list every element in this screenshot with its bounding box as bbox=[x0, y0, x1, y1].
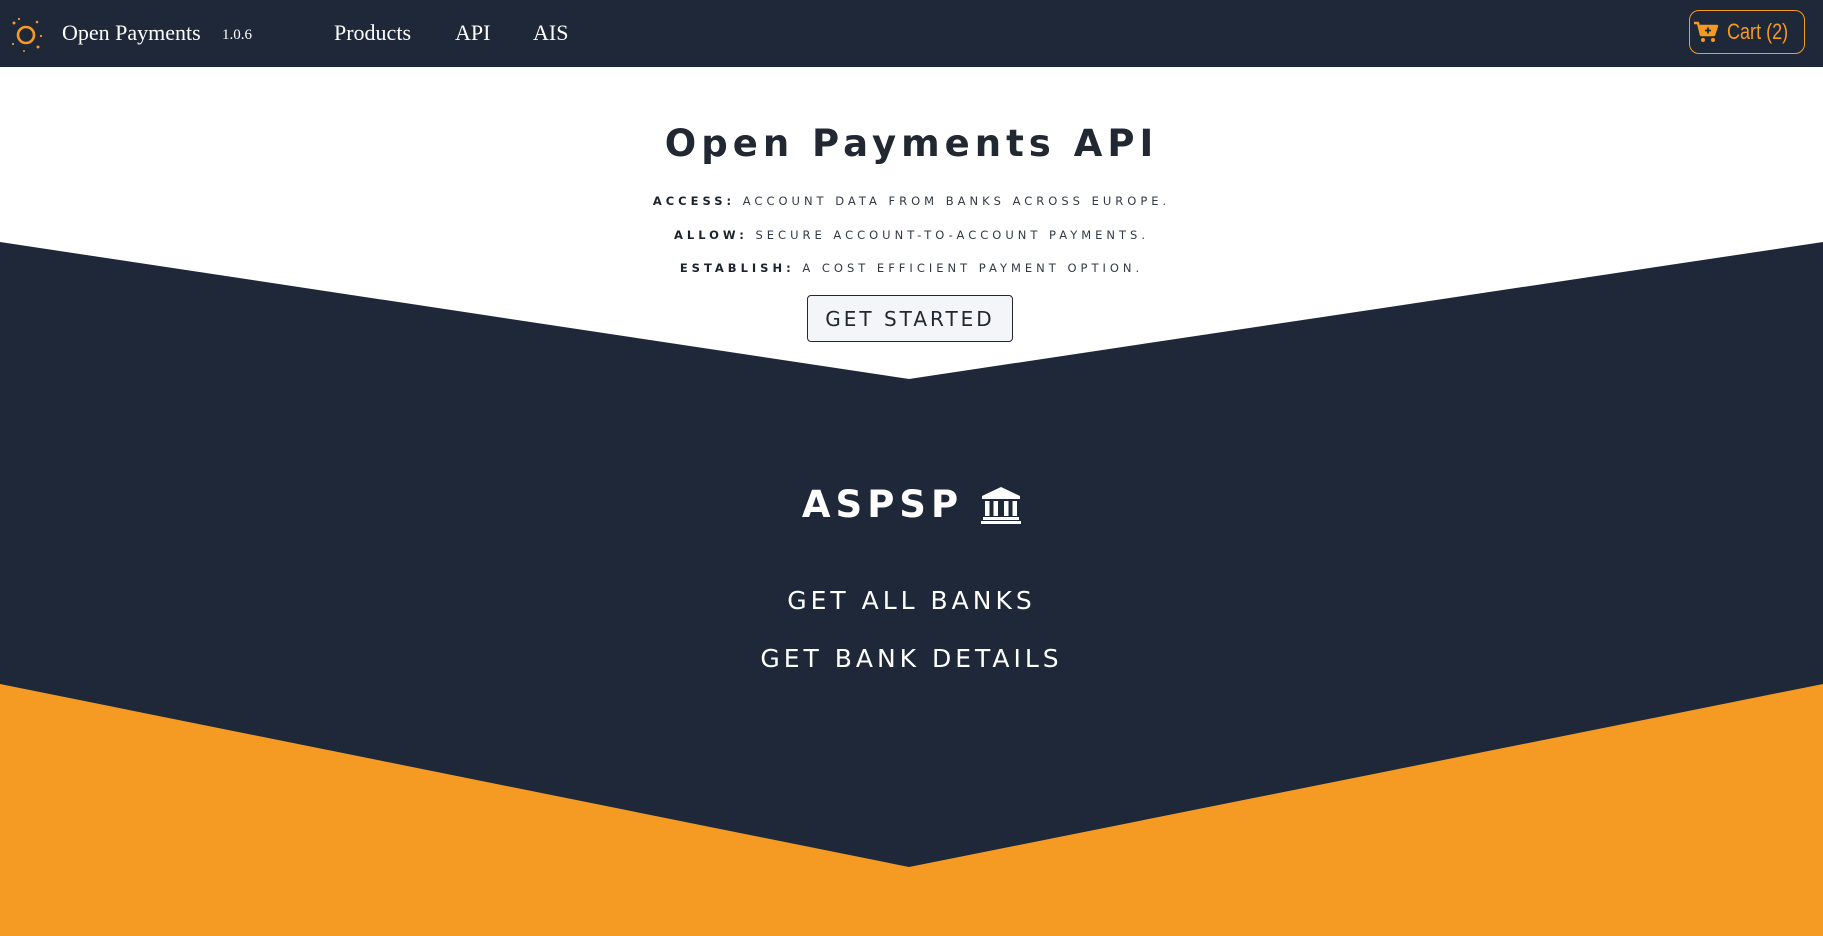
aspsp-heading-text: ASPSP bbox=[801, 483, 964, 526]
brand-name[interactable]: Open Payments bbox=[62, 20, 201, 46]
hero-line-text: ACCOUNT DATA FROM BANKS ACROSS EUROPE. bbox=[742, 194, 1171, 208]
hero-line-label: ESTABLISH: bbox=[679, 261, 795, 275]
page: Open Payments 1.0.6 Products API AIS Car… bbox=[0, 0, 1823, 936]
hero-line-establish: ESTABLISH: A COST EFFICIENT PAYMENT OPTI… bbox=[0, 261, 1823, 275]
get-bank-details-link[interactable]: GET BANK DETAILS bbox=[0, 644, 1823, 673]
cart-button[interactable]: Cart (2) bbox=[1689, 10, 1805, 54]
get-started-button[interactable]: GET STARTED bbox=[807, 295, 1013, 342]
shopping-cart-icon bbox=[1693, 21, 1719, 43]
bank-icon bbox=[981, 486, 1022, 524]
top-navbar: Open Payments 1.0.6 Products API AIS Car… bbox=[0, 0, 1823, 67]
hero-line-text: SECURE ACCOUNT-TO-ACCOUNT PAYMENTS. bbox=[755, 228, 1150, 242]
get-all-banks-link[interactable]: GET ALL BANKS bbox=[0, 586, 1823, 615]
hero-title: Open Payments API bbox=[664, 122, 1159, 165]
hero-line-label: ALLOW: bbox=[673, 228, 748, 242]
nav-link-ais[interactable]: AIS bbox=[533, 20, 568, 46]
hero-line-access: ACCESS: ACCOUNT DATA FROM BANKS ACROSS E… bbox=[0, 194, 1823, 208]
nav-link-products[interactable]: Products bbox=[334, 20, 411, 46]
hero-line-label: ACCESS: bbox=[652, 194, 736, 208]
nav-link-api[interactable]: API bbox=[455, 20, 490, 46]
hero-line-allow: ALLOW: SECURE ACCOUNT-TO-ACCOUNT PAYMENT… bbox=[0, 228, 1823, 242]
hero-line-text: A COST EFFICIENT PAYMENT OPTION. bbox=[802, 261, 1144, 275]
cart-label: Cart (2) bbox=[1726, 19, 1788, 44]
brand-version: 1.0.6 bbox=[222, 27, 252, 43]
aspsp-heading: ASPSP bbox=[0, 483, 1823, 526]
open-payments-logo-icon[interactable] bbox=[6, 14, 46, 54]
